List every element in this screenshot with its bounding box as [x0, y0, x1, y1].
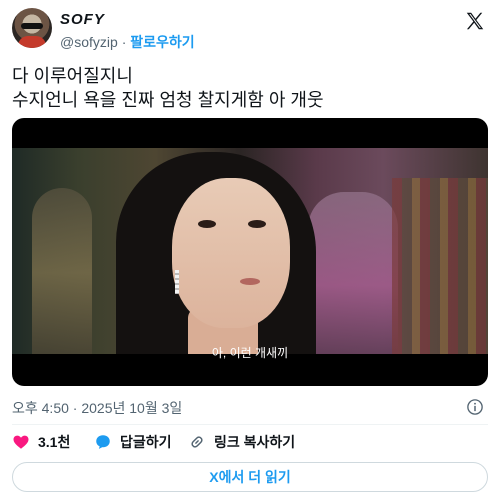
reply-button[interactable]: 답글하기: [94, 432, 172, 452]
person-eye: [248, 220, 266, 228]
person-mouth: [240, 278, 260, 285]
follow-button[interactable]: 팔로우하기: [130, 34, 194, 50]
person-face: [172, 178, 290, 328]
tweet-text-line: 수지언니 욕을 진짜 엄청 찰지게함 아 개웃: [12, 90, 324, 110]
tweet-header: SOFY @sofyzip · 팔로우하기: [12, 6, 488, 52]
tweet-text-line: 다 이루어질지니: [12, 66, 133, 86]
background-mannequin: [308, 192, 398, 354]
reply-bubble-icon: [96, 435, 110, 449]
heart-icon: [13, 435, 29, 449]
author-display-name[interactable]: SOFY: [60, 11, 105, 28]
copy-link-label: 링크 복사하기: [214, 434, 296, 450]
tweet-timestamp[interactable]: 오후 4:50 · 2025년 10월 3일: [12, 400, 182, 416]
person-eye: [198, 220, 216, 228]
x-logo-icon[interactable]: [464, 10, 486, 32]
author-handle[interactable]: @sofyzip: [60, 34, 118, 50]
read-more-on-x-button[interactable]: X에서 더 읽기: [12, 462, 488, 492]
person-earring: [175, 270, 179, 294]
copy-link-button[interactable]: 링크 복사하기: [188, 432, 295, 452]
reply-label: 답글하기: [120, 434, 172, 450]
like-count: 3.1천: [38, 434, 71, 450]
author-handle-row: @sofyzip · 팔로우하기: [60, 32, 195, 52]
info-icon[interactable]: [466, 398, 484, 416]
video-subtitle: 아, 이런 개새끼: [211, 346, 289, 360]
avatar-glasses: [21, 23, 43, 29]
background-scarves: [392, 178, 488, 354]
link-icon: [191, 436, 203, 448]
avatar-shirt: [18, 36, 46, 48]
tweet-actions: 3.1천 답글하기 링크 복사하기: [12, 432, 488, 454]
video-frame: [12, 148, 488, 354]
like-button[interactable]: 3.1천: [12, 432, 70, 452]
tweet-media-video[interactable]: 아, 이런 개새끼: [12, 118, 488, 386]
tweet-text: 다 이루어질지니 수지언니 욕을 진짜 엄청 찰지게함 아 개웃: [12, 64, 482, 112]
tweet-meta-row: 오후 4:50 · 2025년 10월 3일: [12, 398, 488, 418]
separator-dot: ·: [121, 34, 127, 50]
divider: [12, 424, 488, 425]
avatar[interactable]: [12, 8, 52, 48]
background-mannequin: [32, 188, 92, 354]
